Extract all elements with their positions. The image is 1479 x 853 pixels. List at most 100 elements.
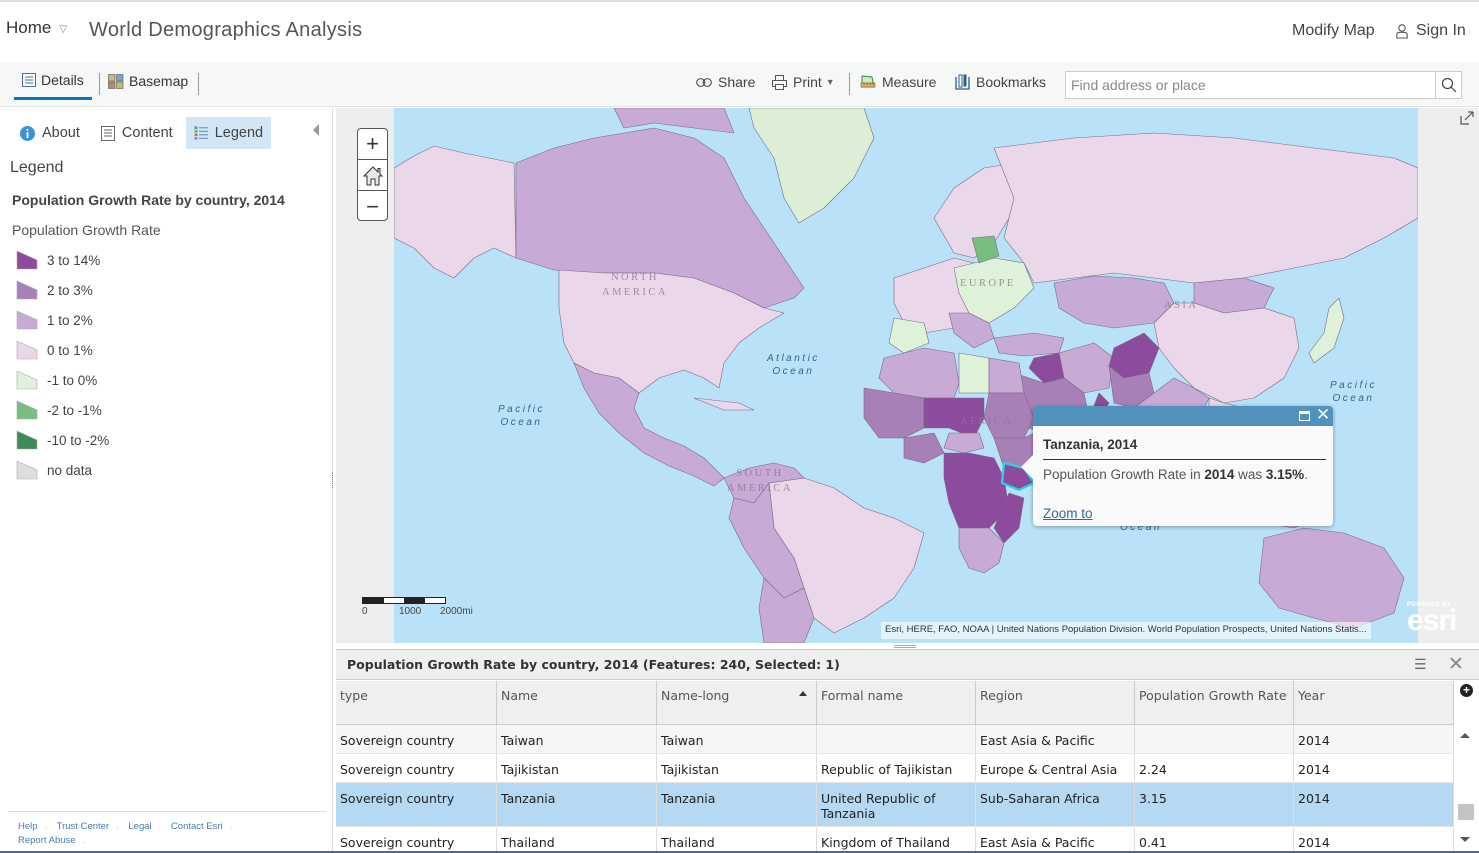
- legend-label: 0 to 1%: [47, 342, 93, 358]
- trust-center-link[interactable]: Trust Center: [57, 821, 109, 832]
- sign-in-link[interactable]: Sign In: [1396, 22, 1466, 40]
- zoom-to-link[interactable]: Zoom to: [1043, 506, 1093, 521]
- map-label-line: AMERICA: [602, 287, 668, 298]
- map-label-line: Atlantic: [767, 353, 820, 364]
- column-header-type[interactable]: type: [336, 681, 497, 724]
- map-container: NORTH AMERICA SOUTH AMERICA EUROPE AFRIC…: [336, 108, 1479, 643]
- table-resize-handle[interactable]: [894, 645, 916, 648]
- table-row[interactable]: Sovereign country Taiwan Taiwan East Asia &…: [336, 725, 1454, 754]
- legend-icon: [194, 126, 208, 140]
- legend-label: -10 to -2%: [47, 432, 110, 448]
- sign-in-label: Sign In: [1416, 22, 1466, 39]
- help-link[interactable]: Help: [18, 821, 38, 832]
- column-header-name[interactable]: Name: [497, 681, 657, 724]
- scroll-down-icon[interactable]: [1460, 837, 1470, 842]
- country-egypt[interactable]: [988, 357, 1025, 394]
- contact-esri-link[interactable]: Contact Esri: [171, 821, 223, 832]
- legend-swatch: [16, 460, 38, 480]
- column-header-growth-rate[interactable]: Population Growth Rate: [1135, 681, 1294, 724]
- zoom-out-button[interactable]: −: [358, 191, 387, 222]
- modify-map-link[interactable]: Modify Map: [1292, 22, 1375, 40]
- cell-formal-name: United Republic of Tanzania: [817, 783, 976, 826]
- map-view[interactable]: NORTH AMERICA SOUTH AMERICA EUROPE AFRIC…: [394, 108, 1418, 643]
- map-attribution: Esri, HERE, FAO, NOAA | United Nations P…: [881, 622, 1371, 639]
- measure-button[interactable]: Measure: [860, 74, 936, 90]
- legend-swatch-shape: [16, 430, 38, 450]
- home-extent-button[interactable]: [358, 160, 387, 191]
- cell-name-long: Thailand: [657, 827, 817, 853]
- cell-growth-rate: 2.24: [1135, 754, 1294, 782]
- map-label-north-america: NORTH AMERICA: [602, 270, 668, 300]
- expand-map-icon[interactable]: [1460, 111, 1474, 130]
- tab-details[interactable]: Details: [14, 62, 92, 100]
- cell-type: Sovereign country: [336, 783, 497, 826]
- popup-pointer: [1021, 454, 1034, 480]
- close-icon[interactable]: ✕: [1316, 405, 1330, 425]
- table-row-selected[interactable]: Sovereign country Tanzania Tanzania United …: [336, 783, 1454, 827]
- cell-growth-rate: 3.15: [1135, 783, 1294, 826]
- country-libya[interactable]: [958, 352, 990, 394]
- home-menu[interactable]: Home ▽: [6, 18, 67, 38]
- add-column-icon[interactable]: +: [1460, 684, 1473, 697]
- legend-swatch: [16, 310, 38, 330]
- cell-year: 2014: [1294, 827, 1454, 853]
- legal-link[interactable]: Legal: [128, 821, 151, 832]
- cell-type: Sovereign country: [336, 725, 497, 753]
- app-title: World Demographics Analysis: [89, 19, 363, 41]
- tab-basemap[interactable]: Basemap: [108, 62, 188, 100]
- legend-swatch: [16, 370, 38, 390]
- close-table-icon[interactable]: ✕: [1448, 653, 1464, 676]
- esri-logo[interactable]: POWERED BY esri: [1407, 602, 1469, 636]
- cell-region: Europe & Central Asia: [976, 754, 1135, 782]
- legend-swatch-shape: [16, 370, 38, 390]
- scroll-up-icon[interactable]: [1460, 733, 1470, 738]
- measure-label: Measure: [882, 74, 937, 90]
- column-header-year[interactable]: Year: [1294, 681, 1454, 724]
- maximize-icon[interactable]: [1299, 411, 1310, 421]
- legend-swatch: [16, 280, 38, 300]
- table-scrollbar[interactable]: [1454, 726, 1479, 853]
- map-label-pacific-east: Pacific Ocean: [1330, 379, 1377, 405]
- column-header-formal-name[interactable]: Formal name: [817, 681, 976, 724]
- basemap-icon: [108, 73, 124, 89]
- cell-region: East Asia & Pacific: [976, 827, 1135, 853]
- report-abuse-link[interactable]: Report Abuse: [18, 835, 76, 846]
- map-label-line: Pacific: [1330, 380, 1377, 391]
- tab-content[interactable]: Content: [93, 117, 181, 149]
- separator-dot: .: [44, 821, 48, 832]
- legend-label: 2 to 3%: [47, 282, 93, 298]
- search-button[interactable]: [1435, 72, 1461, 98]
- sidebar-resize-handle[interactable]: [332, 472, 335, 488]
- bookmarks-button[interactable]: Bookmarks: [955, 74, 1046, 90]
- popup-body: Population Growth Rate in 2014 was 3.15%…: [1043, 467, 1308, 482]
- zoom-in-button[interactable]: +: [358, 129, 387, 160]
- table-header-row: type Name Name-long Formal name Region P…: [336, 681, 1454, 725]
- cell-name-long: Taiwan: [657, 725, 817, 753]
- toolbar-divider: [198, 73, 199, 95]
- printer-icon: [772, 74, 787, 90]
- map-label-line: Ocean: [772, 366, 815, 377]
- table-options-icon[interactable]: ☰: [1414, 656, 1427, 673]
- home-icon: [362, 165, 383, 185]
- tab-details-label: Details: [41, 71, 84, 88]
- legend-item: 1 to 2%: [16, 305, 109, 335]
- scroll-thumb[interactable]: [1458, 804, 1474, 820]
- header: Home ▽ World Demographics Analysis Modif…: [0, 2, 1479, 62]
- share-button[interactable]: Share: [696, 74, 755, 90]
- tab-legend-label: Legend: [214, 125, 264, 141]
- column-header-name-long[interactable]: Name-long: [657, 681, 817, 724]
- tab-basemap-label: Basemap: [129, 73, 189, 89]
- tab-about[interactable]: About: [12, 117, 88, 149]
- legend-swatch: [16, 250, 38, 270]
- collapse-sidebar-icon[interactable]: [313, 124, 319, 136]
- search-input[interactable]: [1066, 72, 1435, 98]
- print-button[interactable]: Print ▼: [772, 74, 835, 90]
- table-row[interactable]: Sovereign country Thailand Thailand Kingdom…: [336, 827, 1454, 853]
- table-row[interactable]: Sovereign country Tajikistan Tajikistan Rep…: [336, 754, 1454, 783]
- country-turkey[interactable]: [993, 332, 1065, 357]
- column-header-region[interactable]: Region: [976, 681, 1135, 724]
- field-title: Population Growth Rate: [12, 222, 161, 238]
- sidebar-footer: Help. Trust Center. Legal. Contact Esri.…: [8, 811, 326, 853]
- content-icon: [100, 125, 115, 141]
- tab-legend[interactable]: Legend: [185, 117, 272, 149]
